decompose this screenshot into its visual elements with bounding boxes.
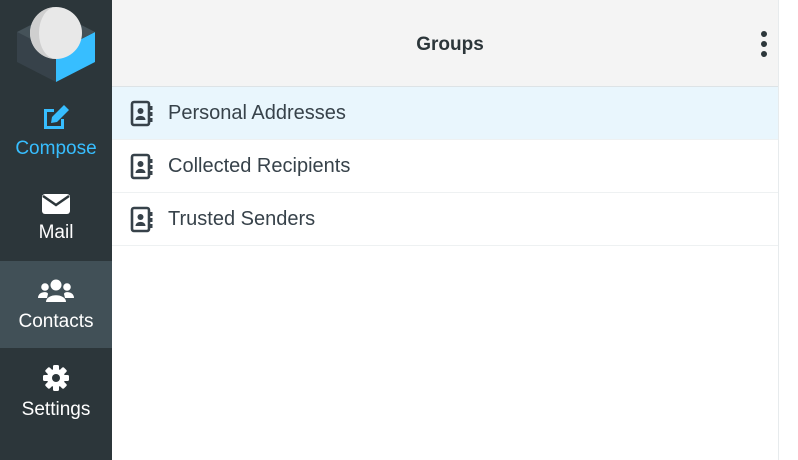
nav-mail[interactable]: Mail (0, 174, 112, 261)
group-name: Collected Recipients (168, 154, 351, 177)
users-icon (38, 279, 74, 302)
group-name: Personal Addresses (168, 101, 346, 124)
nav-compose-label: Compose (15, 138, 97, 159)
vertical-dots-icon (761, 31, 767, 37)
groups-menu-button[interactable] (756, 29, 772, 59)
nav-contacts[interactable]: Contacts (0, 261, 112, 348)
address-book-icon (130, 206, 153, 232)
nav-settings-label: Settings (21, 399, 91, 420)
nav-mail-label: Mail (38, 222, 74, 243)
groups-header: Groups (112, 0, 788, 87)
compose-icon (44, 105, 69, 129)
groups-title: Groups (416, 34, 484, 55)
group-item-collected-recipients[interactable]: Collected Recipients (112, 140, 788, 193)
gear-icon (43, 365, 69, 391)
address-book-icon (130, 153, 153, 179)
app-window: Compose Mail Contacts Settings Groups Pe… (0, 0, 798, 460)
panel-divider (778, 0, 788, 460)
group-name: Trusted Senders (168, 207, 316, 230)
groups-panel: Groups Personal Addresses Collected Reci… (112, 0, 788, 460)
main-navigation: Compose Mail Contacts Settings (0, 0, 112, 460)
roundcube-logo-icon (17, 6, 95, 82)
address-book-icon (130, 100, 153, 126)
nav-settings[interactable]: Settings (0, 348, 112, 435)
app-logo[interactable] (0, 0, 112, 87)
groups-list: Personal Addresses Collected Recipients (112, 87, 788, 246)
group-item-trusted-senders[interactable]: Trusted Senders (112, 193, 788, 246)
envelope-icon (42, 194, 70, 214)
group-item-personal-addresses[interactable]: Personal Addresses (112, 87, 788, 140)
nav-compose[interactable]: Compose (0, 87, 112, 174)
nav-contacts-label: Contacts (18, 311, 94, 332)
